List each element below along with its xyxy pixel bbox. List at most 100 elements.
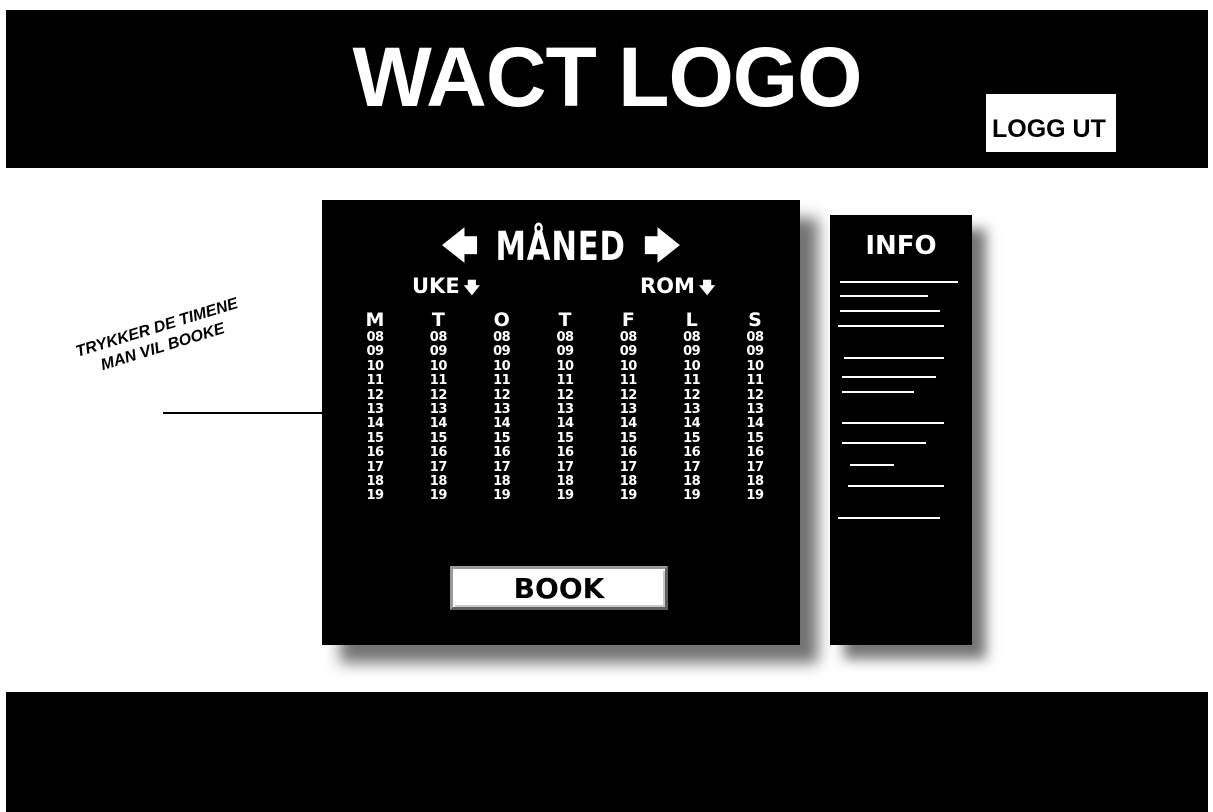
footer-bar: [6, 692, 1208, 812]
hour-slot[interactable]: 15: [746, 431, 764, 446]
hour-slot[interactable]: 09: [620, 344, 638, 359]
week-dropdown-label: UKE: [412, 274, 460, 298]
hour-slot[interactable]: 19: [746, 489, 764, 504]
hour-slot[interactable]: 15: [366, 431, 384, 446]
hour-slot[interactable]: 17: [683, 460, 701, 475]
hour-slot[interactable]: 17: [430, 460, 448, 475]
info-text-line: [848, 485, 944, 487]
hour-slot[interactable]: 09: [493, 344, 511, 359]
hour-slot[interactable]: 18: [430, 474, 448, 489]
day-column: M 08 09 10 11 12 13 14 15 16 17 18 19: [350, 310, 400, 504]
hour-slot[interactable]: 10: [493, 359, 511, 374]
hour-slot[interactable]: 17: [493, 460, 511, 475]
hour-slot[interactable]: 19: [683, 489, 701, 504]
logout-button[interactable]: LOGG UT: [986, 94, 1116, 152]
hour-slot[interactable]: 19: [493, 489, 511, 504]
hour-slot[interactable]: 14: [366, 417, 384, 432]
room-dropdown[interactable]: ROM 🡇: [640, 274, 715, 304]
hour-slot[interactable]: 11: [493, 373, 511, 388]
hour-slot[interactable]: 16: [556, 445, 574, 460]
hour-slot[interactable]: 10: [556, 359, 574, 374]
hour-slot[interactable]: 19: [620, 489, 638, 504]
info-text-line: [838, 517, 940, 519]
hour-slot[interactable]: 11: [746, 373, 764, 388]
hour-slot[interactable]: 18: [366, 474, 384, 489]
hour-slot[interactable]: 12: [430, 388, 448, 403]
info-text-line: [842, 391, 914, 393]
hour-slot[interactable]: 16: [366, 445, 384, 460]
hour-slot[interactable]: 13: [746, 402, 764, 417]
hour-slot[interactable]: 14: [683, 417, 701, 432]
hour-slot[interactable]: 09: [683, 344, 701, 359]
hour-slot[interactable]: 18: [746, 474, 764, 489]
week-dropdown[interactable]: UKE 🡇: [412, 274, 480, 304]
hour-slot[interactable]: 18: [683, 474, 701, 489]
hour-slot[interactable]: 16: [683, 445, 701, 460]
hour-slot[interactable]: 08: [430, 330, 448, 345]
hour-slot[interactable]: 11: [683, 373, 701, 388]
hour-slot[interactable]: 12: [746, 388, 764, 403]
hour-slot[interactable]: 12: [620, 388, 638, 403]
hour-slot[interactable]: 15: [620, 431, 638, 446]
hour-slot[interactable]: 16: [493, 445, 511, 460]
hour-slot[interactable]: 16: [746, 445, 764, 460]
hour-slot[interactable]: 11: [556, 373, 574, 388]
hour-slot[interactable]: 08: [366, 330, 384, 345]
day-label: O: [493, 309, 510, 331]
hour-slot[interactable]: 19: [430, 489, 448, 504]
hour-slot[interactable]: 14: [493, 417, 511, 432]
hour-slot[interactable]: 17: [620, 460, 638, 475]
hour-slot[interactable]: 11: [620, 373, 638, 388]
hour-slot[interactable]: 18: [620, 474, 638, 489]
hour-slot[interactable]: 15: [556, 431, 574, 446]
hour-slot[interactable]: 09: [366, 344, 384, 359]
hour-slot[interactable]: 13: [493, 402, 511, 417]
hour-slot[interactable]: 13: [683, 402, 701, 417]
hour-slot[interactable]: 18: [556, 474, 574, 489]
annotation-note: TRYKKER DE TIMENE MAN VIL BOOKE: [39, 284, 280, 392]
hour-slot[interactable]: 16: [620, 445, 638, 460]
hour-slot[interactable]: 17: [746, 460, 764, 475]
hour-slot[interactable]: 13: [620, 402, 638, 417]
hour-slot[interactable]: 10: [683, 359, 701, 374]
day-column: F 08 09 10 11 12 13 14 15 16 17 18 19: [603, 310, 653, 504]
hour-slot[interactable]: 09: [746, 344, 764, 359]
hour-slot[interactable]: 14: [746, 417, 764, 432]
hour-slot[interactable]: 14: [430, 417, 448, 432]
day-label: F: [621, 309, 635, 331]
hour-slot[interactable]: 09: [556, 344, 574, 359]
hour-slot[interactable]: 10: [430, 359, 448, 374]
hour-slot[interactable]: 10: [746, 359, 764, 374]
hour-slot[interactable]: 19: [366, 489, 384, 504]
book-button[interactable]: BOOK: [450, 566, 668, 610]
hour-slot[interactable]: 09: [430, 344, 448, 359]
hour-slot[interactable]: 17: [366, 460, 384, 475]
hour-slot[interactable]: 10: [620, 359, 638, 374]
hour-slot[interactable]: 13: [366, 402, 384, 417]
hour-slot[interactable]: 08: [683, 330, 701, 345]
hour-slot[interactable]: 14: [620, 417, 638, 432]
hour-slot[interactable]: 11: [366, 373, 384, 388]
hour-slot[interactable]: 08: [493, 330, 511, 345]
hour-slot[interactable]: 08: [556, 330, 574, 345]
hour-slot[interactable]: 10: [366, 359, 384, 374]
hour-slot[interactable]: 15: [493, 431, 511, 446]
arrow-left-icon[interactable]: 🡄: [441, 227, 478, 267]
hour-slot[interactable]: 13: [556, 402, 574, 417]
hour-slot[interactable]: 14: [556, 417, 574, 432]
hour-slot[interactable]: 12: [366, 388, 384, 403]
hour-slot[interactable]: 15: [430, 431, 448, 446]
hour-slot[interactable]: 12: [683, 388, 701, 403]
hour-slot[interactable]: 11: [430, 373, 448, 388]
hour-slot[interactable]: 12: [556, 388, 574, 403]
hour-slot[interactable]: 19: [556, 489, 574, 504]
hour-slot[interactable]: 08: [746, 330, 764, 345]
hour-slot[interactable]: 12: [493, 388, 511, 403]
arrow-right-icon[interactable]: 🡆: [644, 227, 681, 267]
hour-slot[interactable]: 13: [430, 402, 448, 417]
hour-slot[interactable]: 17: [556, 460, 574, 475]
hour-slot[interactable]: 16: [430, 445, 448, 460]
hour-slot[interactable]: 18: [493, 474, 511, 489]
hour-slot[interactable]: 15: [683, 431, 701, 446]
hour-slot[interactable]: 08: [620, 330, 638, 345]
